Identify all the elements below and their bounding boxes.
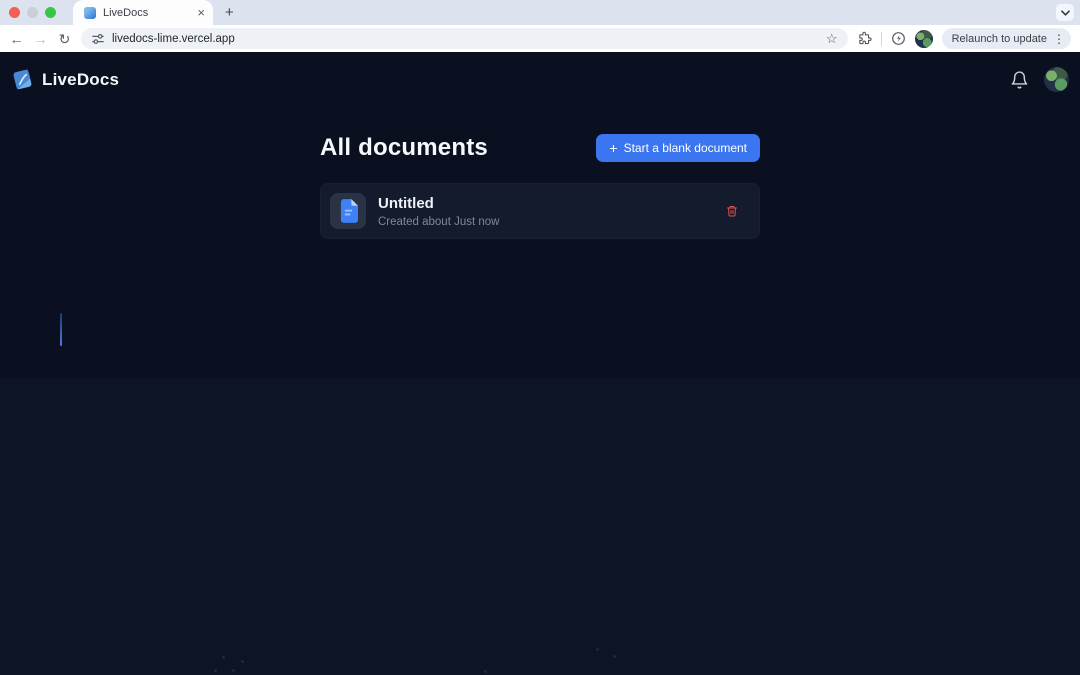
window-zoom-button[interactable] xyxy=(45,7,56,18)
url-text[interactable]: livedocs-lime.vercel.app xyxy=(112,33,819,45)
documents-header-row: All documents + Start a blank document xyxy=(320,134,760,162)
toolbar-right: Relaunch to update ⋮ xyxy=(857,28,1071,49)
start-blank-document-button[interactable]: + Start a blank document xyxy=(596,134,760,162)
user-avatar[interactable] xyxy=(1044,67,1069,92)
trash-icon xyxy=(726,204,738,218)
document-icon-box xyxy=(330,193,366,229)
chevron-down-icon xyxy=(1061,10,1070,16)
background-dot xyxy=(241,660,244,663)
bookmark-star-icon[interactable]: ☆ xyxy=(826,32,838,45)
collab-cursor-line xyxy=(60,313,62,346)
notifications-bell-icon[interactable] xyxy=(1010,70,1029,90)
documents-section: All documents + Start a blank document xyxy=(320,134,760,239)
browser-tab-strip: LiveDocs × + xyxy=(0,0,1080,25)
plus-icon: + xyxy=(609,141,617,155)
window-minimize-button[interactable] xyxy=(27,7,38,18)
app-header: LiveDocs xyxy=(0,52,1080,92)
header-right xyxy=(1010,67,1069,92)
document-icon xyxy=(339,199,358,223)
brand-name: LiveDocs xyxy=(42,70,119,90)
window-controls xyxy=(9,7,56,18)
page-lower-background xyxy=(0,378,1080,675)
background-dot xyxy=(596,648,599,651)
document-row[interactable]: Untitled Created about Just now xyxy=(320,183,760,239)
brand[interactable]: LiveDocs xyxy=(10,68,119,91)
back-button[interactable]: ← xyxy=(9,32,24,46)
relaunch-label: Relaunch to update xyxy=(952,33,1047,45)
extensions-puzzle-icon[interactable] xyxy=(857,31,872,46)
window-close-button[interactable] xyxy=(9,7,20,18)
tab-title: LiveDocs xyxy=(103,7,190,19)
background-dot xyxy=(232,669,235,672)
site-settings-icon[interactable] xyxy=(91,32,105,46)
background-dot xyxy=(484,670,487,673)
browser-menu-kebab-icon[interactable]: ⋮ xyxy=(1053,33,1065,45)
address-bar[interactable]: livedocs-lime.vercel.app ☆ xyxy=(81,28,848,49)
cta-label: Start a blank document xyxy=(624,141,747,155)
browser-toolbar: ← → ↻ livedocs-lime.vercel.app ☆ Relaunc… xyxy=(0,25,1080,52)
background-dot xyxy=(214,669,217,672)
page-title: All documents xyxy=(320,134,488,162)
document-title[interactable]: Untitled xyxy=(378,195,499,212)
document-created-meta: Created about Just now xyxy=(378,216,499,228)
delete-document-button[interactable] xyxy=(723,201,741,221)
toolbar-separator xyxy=(881,32,882,46)
forward-button[interactable]: → xyxy=(33,32,48,46)
relaunch-to-update-button[interactable]: Relaunch to update ⋮ xyxy=(942,28,1071,49)
background-dot xyxy=(613,655,616,658)
livedocs-logo-icon xyxy=(10,68,35,91)
reload-button[interactable]: ↻ xyxy=(57,32,72,46)
new-tab-button[interactable]: + xyxy=(225,5,234,20)
browser-tab[interactable]: LiveDocs × xyxy=(73,0,213,25)
extension-bolt-icon[interactable] xyxy=(891,31,906,46)
browser-profile-avatar[interactable] xyxy=(915,30,933,48)
livedocs-app: LiveDocs All documents + Start a blank d… xyxy=(0,52,1080,675)
livedocs-favicon-icon xyxy=(84,7,96,19)
tab-search-chevron-button[interactable] xyxy=(1056,4,1074,21)
tab-close-icon[interactable]: × xyxy=(197,6,205,19)
background-dot xyxy=(222,656,225,659)
